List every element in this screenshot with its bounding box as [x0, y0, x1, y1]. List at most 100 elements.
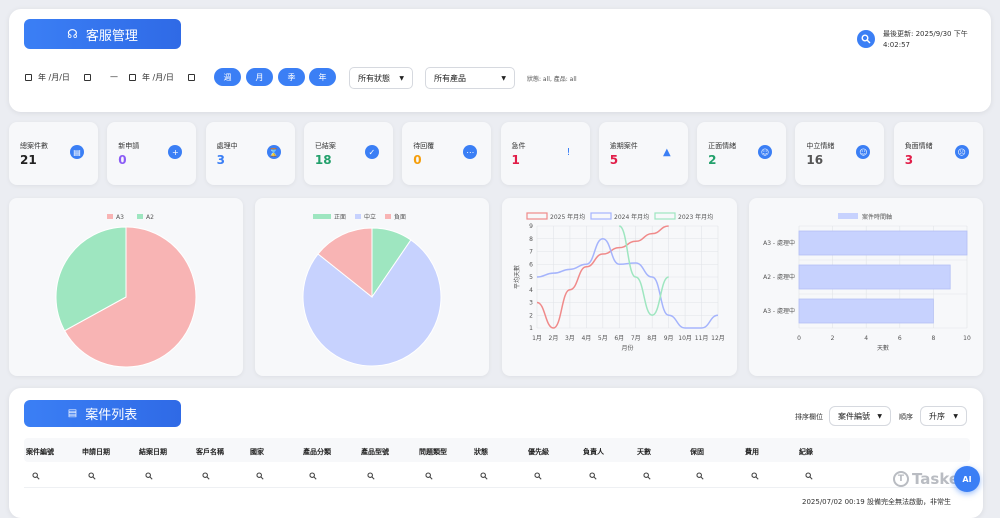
column-filter-search-icon[interactable] — [696, 472, 704, 482]
column-filter-search-icon[interactable] — [480, 472, 488, 482]
stat-label: 逾期案件 — [609, 142, 638, 150]
column-filter-search-icon[interactable] — [32, 472, 40, 482]
neutral-face-icon: ☺ — [856, 145, 871, 159]
column-filter-search-icon[interactable] — [309, 472, 317, 482]
column-header[interactable]: 費用 — [745, 447, 759, 457]
column-header[interactable]: 產品型號 — [361, 447, 389, 457]
stat-card[interactable]: 負面情緒 3 ☹ — [893, 122, 983, 185]
ai-assistant-button[interactable]: AI — [954, 466, 980, 492]
stat-value: 18 — [314, 153, 332, 167]
stat-label: 中立情緒 — [806, 142, 835, 150]
column-header[interactable]: 紀錄 — [799, 447, 813, 457]
stat-card[interactable]: 正面情緒 2 ☺ — [697, 122, 787, 185]
column-filter-search-icon[interactable] — [534, 472, 542, 482]
page-title: 客服管理 — [85, 28, 138, 44]
status-select[interactable]: 所有狀態 ▼ — [349, 67, 413, 89]
sort-field-value: 案件編號 — [838, 411, 870, 421]
column-filter-search-icon[interactable] — [88, 472, 96, 482]
column-header[interactable]: 案件編號 — [26, 447, 54, 457]
calendar-picker-icon[interactable] — [83, 74, 91, 81]
range-year-button[interactable]: 年 — [309, 68, 336, 86]
range-week-button[interactable]: 週 — [214, 68, 241, 86]
stat-card[interactable]: 逾期案件 5 ▲ — [598, 122, 688, 185]
column-header[interactable]: 問題類型 — [419, 447, 447, 457]
clipboard-icon: ▤ — [70, 145, 84, 159]
column-header[interactable]: 保固 — [690, 447, 704, 457]
case-list-title-button[interactable]: ▤ 案件列表 — [24, 400, 181, 427]
date-from-input[interactable]: 年 /月/日 — [25, 72, 91, 83]
column-filter-search-icon[interactable] — [256, 472, 264, 482]
tasker-logo-icon: T — [893, 471, 909, 487]
stat-value: 2 — [708, 153, 717, 167]
date-from-text: 年 /月/日 — [38, 73, 70, 82]
search-button[interactable] — [857, 30, 875, 48]
calendar-icon — [129, 74, 136, 81]
stat-value: 1 — [511, 153, 520, 167]
stat-label: 已結案 — [314, 142, 336, 150]
last-update-time: 4:02:57 — [883, 41, 910, 49]
ellipsis-icon: ⋯ — [463, 145, 478, 159]
column-filter-search-icon[interactable] — [367, 472, 375, 482]
stat-label: 急件 — [511, 142, 526, 150]
date-to-text: 年 /月/日 — [142, 73, 174, 82]
column-header[interactable]: 國家 — [250, 447, 264, 457]
column-header[interactable]: 負責人 — [583, 447, 604, 457]
stat-label: 處理中 — [216, 142, 238, 150]
stat-label: 負面情緒 — [904, 142, 933, 150]
last-update-text: 最後更新: 2025/9/30 下午 4:02:57 — [883, 29, 968, 51]
sort-field-select[interactable]: 案件編號 ▼ — [829, 406, 891, 426]
sort-order-value: 升序 — [929, 411, 945, 421]
range-month-button[interactable]: 月 — [246, 68, 273, 86]
stat-card[interactable]: 待回覆 0 ⋯ — [402, 122, 492, 185]
stat-label: 新申請 — [118, 142, 140, 150]
date-to-input[interactable]: 年 /月/日 — [129, 72, 195, 83]
column-header[interactable]: 產品分類 — [303, 447, 331, 457]
chevron-down-icon: ▼ — [501, 74, 506, 82]
column-filter-search-icon[interactable] — [751, 472, 759, 482]
filter-summary: 狀態: all, 產品: all — [527, 76, 577, 83]
stat-card[interactable]: 總案件數 21 ▤ — [9, 122, 98, 185]
hourglass-icon: ⌛ — [266, 145, 281, 159]
sort-order-select[interactable]: 升序 ▼ — [920, 406, 967, 426]
plus-circle-icon: + — [168, 145, 183, 159]
column-filter-search-icon[interactable] — [145, 472, 153, 482]
column-filter-search-icon[interactable] — [805, 472, 813, 482]
column-header[interactable]: 天數 — [637, 447, 651, 457]
stat-value: 3 — [216, 153, 225, 167]
stat-value: 16 — [806, 153, 824, 167]
stat-label: 待回覆 — [413, 142, 435, 150]
column-header[interactable]: 客戶名稱 — [196, 447, 224, 457]
column-filter-search-icon[interactable] — [425, 472, 433, 482]
chevron-down-icon: ▼ — [953, 412, 958, 420]
stat-value: 3 — [904, 153, 914, 167]
range-quarter-button[interactable]: 季 — [278, 68, 305, 86]
stat-label: 總案件數 — [20, 142, 48, 150]
column-header[interactable]: 結案日期 — [139, 447, 167, 457]
stat-card[interactable]: 已結案 18 ✓ — [303, 122, 393, 185]
column-filter-search-icon[interactable] — [643, 472, 651, 482]
product-select[interactable]: 所有產品 ▼ — [425, 67, 515, 89]
chart-card-trend — [502, 198, 737, 376]
frown-icon: ☹ — [954, 145, 969, 159]
column-header[interactable]: 申請日期 — [82, 447, 110, 457]
last-update-label: 最後更新: 2025/9/30 下午 — [883, 30, 968, 38]
chevron-down-icon: ▼ — [399, 74, 404, 82]
table-filter-row — [24, 462, 970, 488]
column-filter-search-icon[interactable] — [202, 472, 210, 482]
stat-card[interactable]: 急件 1! — [500, 122, 590, 185]
column-header[interactable]: 狀態 — [474, 447, 488, 457]
stat-card[interactable]: 新申請 0 + — [107, 122, 197, 185]
title-button[interactable]: ☊ 客服管理 — [24, 19, 181, 49]
stat-value: 0 — [118, 153, 127, 167]
chart-card-timeline — [749, 198, 983, 376]
column-header[interactable]: 優先級 — [528, 447, 549, 457]
search-icon — [861, 34, 871, 44]
calendar-picker-icon[interactable] — [187, 74, 195, 81]
stat-card[interactable]: 處理中 3 ⌛ — [205, 122, 295, 185]
stat-label: 正面情緒 — [708, 142, 737, 150]
column-filter-search-icon[interactable] — [589, 472, 597, 482]
clipboard-icon: ▤ — [67, 408, 78, 419]
stat-value: 5 — [609, 153, 619, 167]
stat-card[interactable]: 中立情緒 16 ☺ — [795, 122, 885, 185]
calendar-icon — [25, 74, 32, 81]
